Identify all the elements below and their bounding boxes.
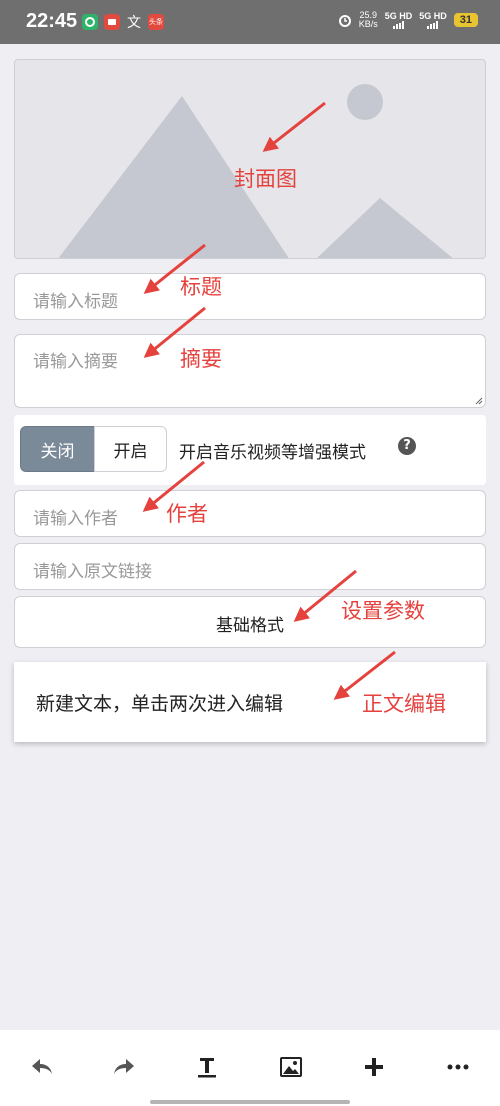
editor-toolbar	[0, 1030, 500, 1106]
source-url-input[interactable]: 请输入原文链接	[14, 543, 486, 590]
green-app-icon	[82, 14, 98, 30]
annotation-summary: 摘要	[180, 347, 222, 371]
body-text: 新建文本，单击两次进入编辑	[36, 693, 284, 715]
signal-bars-icon	[392, 20, 404, 29]
title-placeholder: 请输入标题	[33, 292, 118, 312]
signal-bars-icon	[427, 20, 439, 29]
home-indicator[interactable]	[150, 1100, 350, 1104]
summary-input[interactable]: 请输入摘要	[14, 334, 486, 408]
add-icon[interactable]	[356, 1052, 392, 1082]
network-speed: 25.9 KB/s	[358, 10, 378, 29]
image-icon[interactable]	[273, 1052, 309, 1082]
more-icon[interactable]	[440, 1052, 476, 1082]
red-app-icon	[104, 14, 120, 30]
redo-icon[interactable]	[106, 1052, 142, 1082]
resize-handle-icon[interactable]	[475, 397, 483, 405]
title-input[interactable]: 请输入标题	[14, 273, 486, 320]
text-app-icon: 文	[127, 15, 141, 31]
text-format-icon[interactable]	[189, 1052, 225, 1082]
toggle-off-button[interactable]: 关闭	[20, 426, 95, 472]
annotation-cover: 封面图	[234, 167, 297, 191]
cover-image-picker[interactable]	[14, 59, 486, 259]
summary-placeholder: 请输入摘要	[33, 352, 118, 372]
signal-2: 5G HD	[419, 11, 447, 29]
toggle-on-button[interactable]: 开启	[94, 426, 167, 472]
status-time: 22:45	[26, 10, 78, 32]
status-bar: 22:45 文 头条 25.9 KB/s 5G HD 5G HD 31	[0, 0, 500, 44]
source-url-placeholder: 请输入原文链接	[33, 562, 152, 582]
alarm-icon	[338, 15, 351, 27]
undo-icon[interactable]	[24, 1052, 60, 1082]
status-right: 25.9 KB/s 5G HD 5G HD 31	[338, 11, 478, 29]
annotation-title: 标题	[180, 275, 222, 299]
help-icon[interactable]: ?	[398, 437, 416, 455]
notification-icons: 文 头条	[82, 14, 164, 31]
enhanced-mode-label: 开启音乐视频等增强模式	[179, 443, 366, 463]
news-app-icon: 头条	[148, 14, 164, 30]
author-input[interactable]: 请输入作者	[14, 490, 486, 537]
battery-level: 31	[453, 13, 478, 27]
enhanced-mode-row: 关闭 开启 开启音乐视频等增强模式 ?	[14, 415, 486, 485]
image-placeholder-icon	[58, 84, 453, 258]
signal-1: 5G HD	[385, 11, 412, 29]
annotation-settings: 设置参数	[341, 599, 425, 623]
annotation-author: 作者	[166, 502, 208, 526]
author-placeholder: 请输入作者	[33, 509, 118, 529]
annotation-body: 正文编辑	[362, 692, 446, 716]
